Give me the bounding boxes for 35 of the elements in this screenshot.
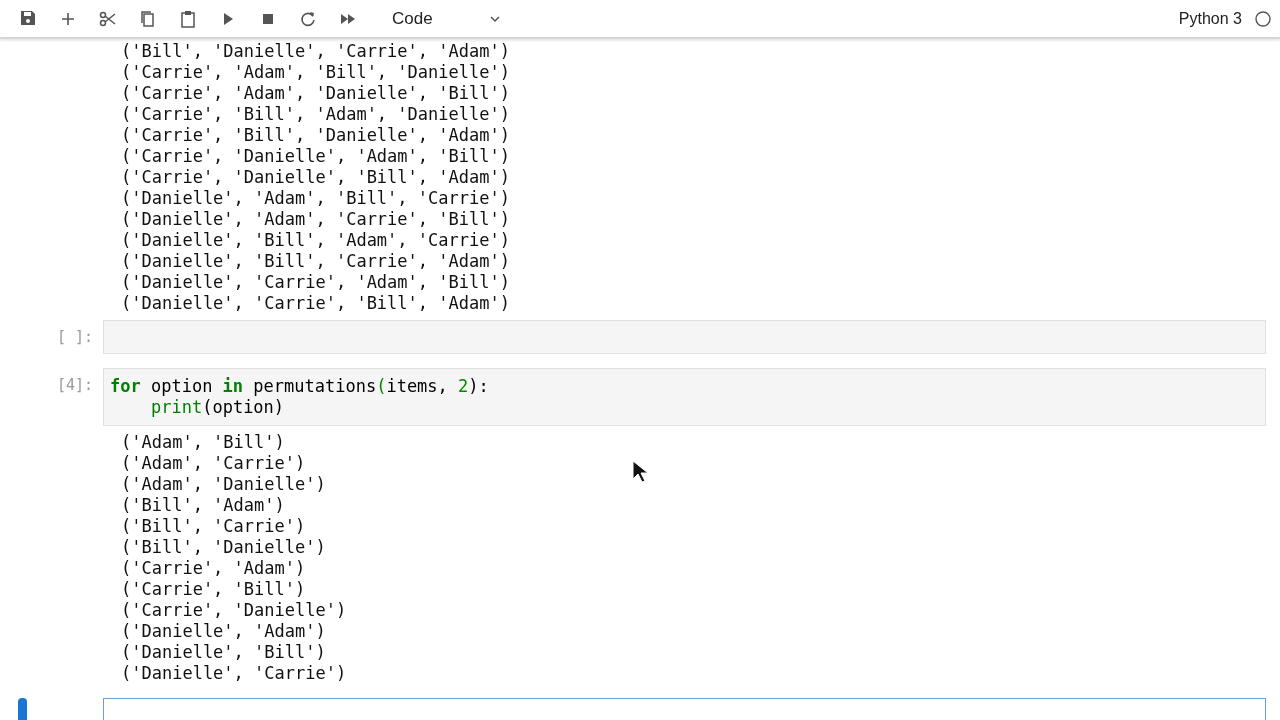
code-cell[interactable]: for option in permutations(items, 2): print(option) [103, 368, 1266, 426]
output-line: ('Bill', 'Adam') [121, 495, 285, 516]
output-line: ('Danielle', 'Bill') [121, 642, 326, 663]
cell-prompt: [ ]: [56, 328, 93, 346]
output-line: ('Adam', 'Carrie') [121, 453, 306, 474]
output-line: ('Adam', 'Bill') [121, 432, 285, 453]
cell-type-dropdown[interactable]: Code [388, 3, 506, 34]
output-line: ('Carrie', 'Danielle') [121, 600, 347, 621]
output-line: ('Danielle', 'Adam', 'Carrie', 'Bill') [121, 209, 510, 230]
output-line: ('Carrie', 'Adam', 'Danielle', 'Bill') [121, 83, 510, 104]
output-line: ('Carrie', 'Adam') [121, 558, 306, 579]
cell-prompt: [4]: [56, 376, 93, 394]
output-line: ('Danielle', 'Adam') [121, 621, 326, 642]
output-line: ('Adam', 'Danielle') [121, 474, 326, 495]
kernel-status-icon [1254, 9, 1272, 28]
output-line: ('Carrie', 'Bill') [121, 579, 306, 600]
output-line: ('Carrie', 'Bill', 'Adam', 'Danielle') [121, 104, 510, 125]
code-line: print(option) [150, 397, 285, 418]
output-line: ('Bill', 'Danielle') [121, 537, 326, 558]
output-line: ('Bill', 'Carrie') [121, 516, 306, 537]
kernel-name: Python 3 [1178, 9, 1242, 28]
mouse-pointer-icon [632, 460, 648, 484]
output-line: ('Carrie', 'Danielle', 'Bill', 'Adam') [121, 167, 510, 188]
code-line: for option in permutations(items, 2): [110, 376, 489, 397]
output-line: ('Danielle', 'Adam', 'Bill', 'Carrie') [121, 188, 510, 209]
output-line: ('Carrie', 'Bill', 'Danielle', 'Adam') [121, 125, 510, 146]
output-line: ('Bill', 'Danielle', 'Carrie', 'Adam') [121, 41, 510, 62]
output-line: ('Carrie', 'Adam', 'Bill', 'Danielle') [121, 62, 510, 83]
output-line: ('Danielle', 'Bill', 'Carrie', 'Adam') [121, 251, 510, 272]
output-line: ('Danielle', 'Bill', 'Adam', 'Carrie') [121, 230, 510, 251]
output-line: ('Danielle', 'Carrie') [121, 663, 347, 684]
output-line: ('Danielle', 'Carrie', 'Adam', 'Bill') [121, 272, 510, 293]
clipboard-icon [178, 8, 198, 29]
output-line: ('Danielle', 'Carrie', 'Bill', 'Adam') [121, 293, 510, 314]
output-line: ('Carrie', 'Danielle', 'Adam', 'Bill') [121, 146, 510, 167]
